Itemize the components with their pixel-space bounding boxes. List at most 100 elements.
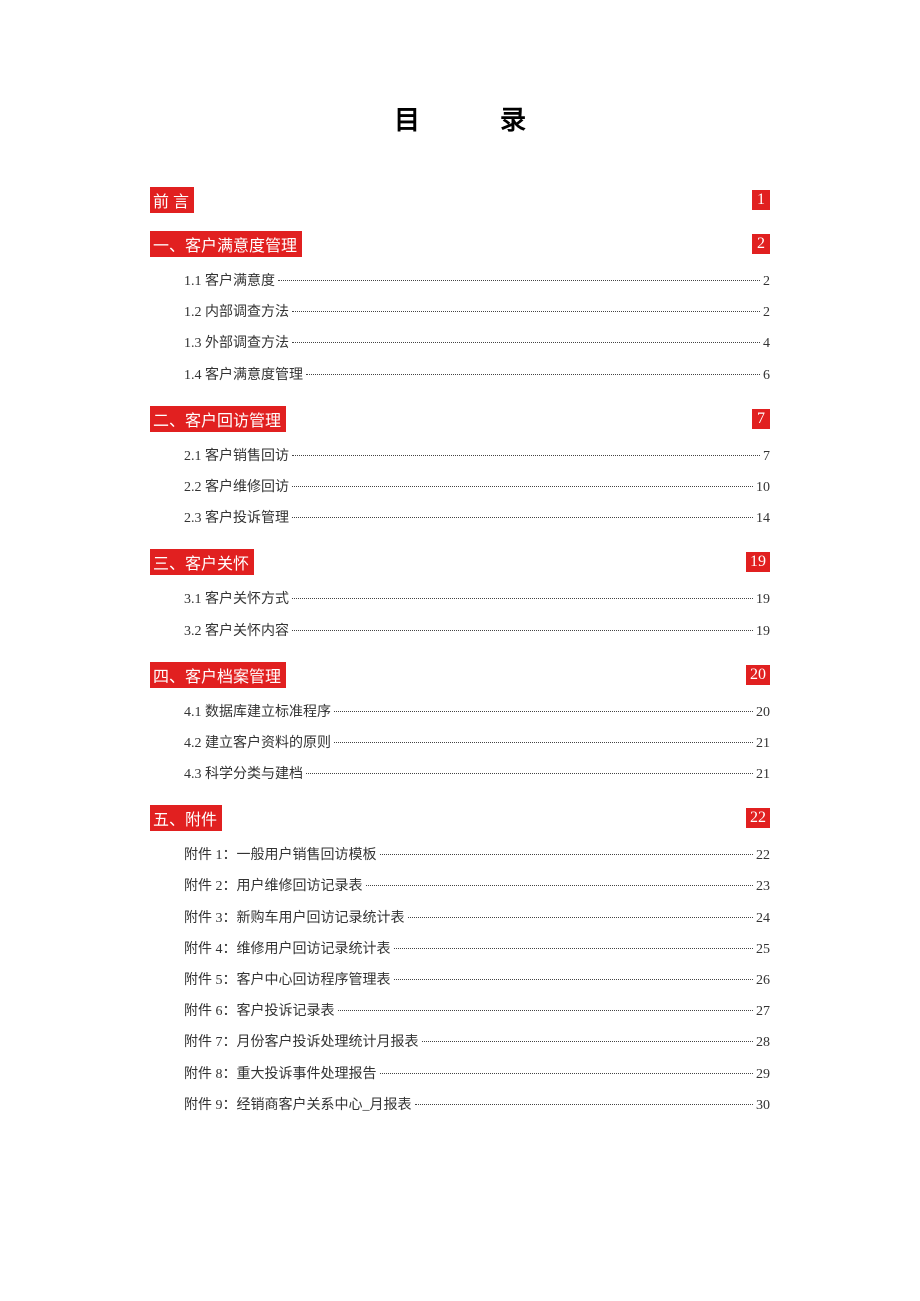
- toc-leader-dots: [292, 455, 760, 456]
- toc-entry-page: 25: [756, 937, 770, 962]
- toc-entry-page: 29: [756, 1062, 770, 1087]
- toc-entry-label: 2.3 客户投诉管理: [184, 506, 289, 531]
- toc-leader-dots: [394, 979, 754, 980]
- toc-section: 一、客户满意度管理 2 1.1 客户满意度2 1.2 内部调查方法 2 1.3 外部调查方…: [150, 231, 770, 388]
- toc-section-header: 前 言 1: [150, 187, 770, 213]
- toc-section-title: 三、客户关怀: [150, 549, 254, 575]
- toc-entry-label: 附件 3：新购车用户回访记录统计表: [184, 906, 405, 931]
- toc-entry: 附件 5：客户中心回访程序管理表 26: [150, 968, 770, 993]
- toc-entry-label: 4.1 数据库建立标准程序: [184, 700, 331, 725]
- toc-entry: 附件 7：月份客户投诉处理统计月报表 28: [150, 1030, 770, 1055]
- toc-entry-label: 3.1 客户关怀方式: [184, 587, 289, 612]
- toc-section: 五、附件22附件 1：一般用户销售回访模板22附件 2：用户维修回访记录表23附…: [150, 805, 770, 1118]
- toc-section-page: 2: [752, 234, 770, 254]
- toc-entry: 附件 2：用户维修回访记录表 23: [150, 874, 770, 899]
- toc-leader-dots: [338, 1010, 754, 1011]
- toc-section-page: 7: [752, 409, 770, 429]
- toc-entry: 3.1 客户关怀方式 19: [150, 587, 770, 612]
- toc-section: 三、客户关怀 19 3.1 客户关怀方式 19 3.2 客户关怀内容 19: [150, 549, 770, 643]
- toc-entry: 1.1 客户满意度2: [150, 269, 770, 294]
- toc-entry-label: 1.4 客户满意度管理: [184, 363, 303, 388]
- toc-entry-page: 23: [756, 874, 770, 899]
- toc-leader-dots: [334, 742, 753, 743]
- toc-leader-dots: [292, 486, 753, 487]
- toc-entry: 附件 4：维修用户回访记录统计表 25: [150, 937, 770, 962]
- toc-entry-label: 附件 1：一般用户销售回访模板: [184, 843, 377, 868]
- toc-leader-dots: [306, 773, 753, 774]
- toc-entry-page: 4: [763, 331, 770, 356]
- toc-entry-page: 6: [763, 363, 770, 388]
- toc-entry: 3.2 客户关怀内容 19: [150, 619, 770, 644]
- toc-leader-dots: [292, 342, 760, 343]
- toc-leader-dots: [422, 1041, 754, 1042]
- toc-section-header: 五、附件 22: [150, 805, 770, 831]
- toc-leader-dots: [394, 948, 754, 949]
- toc-leader-dots: [415, 1104, 754, 1105]
- toc-entry-page: 19: [756, 587, 770, 612]
- toc-entry-page: 21: [756, 762, 770, 787]
- toc-entry-label: 2.2 客户维修回访: [184, 475, 289, 500]
- toc-section: 二、客户回访管理 7 2.1 客户销售回访 7 2.2 客户维修回访 10 2.3 客户投诉…: [150, 406, 770, 532]
- toc-section-title: 五、附件: [150, 805, 222, 831]
- toc-entry-label: 4.2 建立客户资料的原则: [184, 731, 331, 756]
- toc-entry-page: 19: [756, 619, 770, 644]
- toc-entry-page: 30: [756, 1093, 770, 1118]
- toc-entry-label: 附件 5：客户中心回访程序管理表: [184, 968, 391, 993]
- toc-entry: 2.2 客户维修回访 10: [150, 475, 770, 500]
- toc-section-page: 19: [746, 552, 770, 572]
- toc-leader-dots: [292, 598, 753, 599]
- toc-section-page: 20: [746, 665, 770, 685]
- toc-entry-page: 22: [756, 843, 770, 868]
- toc-entry-label: 附件 8：重大投诉事件处理报告: [184, 1062, 377, 1087]
- table-of-contents: 前 言 1 一、客户满意度管理 2 1.1 客户满意度2 1.2 内部调查方法 2 1.3 外…: [150, 187, 770, 1118]
- toc-entry-page: 21: [756, 731, 770, 756]
- toc-section-title: 二、客户回访管理: [150, 406, 286, 432]
- toc-entry: 1.3 外部调查方法 4: [150, 331, 770, 356]
- toc-entry-label: 1.2 内部调查方法: [184, 300, 289, 325]
- toc-entry-label: 附件 7：月份客户投诉处理统计月报表: [184, 1030, 419, 1055]
- toc-entry: 1.4 客户满意度管理 6: [150, 363, 770, 388]
- toc-section-title: 一、客户满意度管理: [150, 231, 302, 257]
- toc-leader-dots: [366, 885, 754, 886]
- toc-entry-label: 附件 2：用户维修回访记录表: [184, 874, 363, 899]
- toc-entry-label: 1.3 外部调查方法: [184, 331, 289, 356]
- toc-entry-page: 14: [756, 506, 770, 531]
- toc-entry-label: 4.3 科学分类与建档: [184, 762, 303, 787]
- toc-entry-label: 1.1 客户满意度: [184, 269, 275, 294]
- toc-entry: 附件 9：经销商客户关系中心_月报表 30: [150, 1093, 770, 1118]
- page-title: 目录: [150, 100, 770, 137]
- toc-section-title: 前 言: [150, 187, 194, 213]
- toc-leader-dots: [334, 711, 753, 712]
- toc-entry-label: 附件 6：客户投诉记录表: [184, 999, 335, 1024]
- toc-section-page: 22: [746, 808, 770, 828]
- toc-entry-page: 2: [763, 300, 770, 325]
- toc-section-header: 三、客户关怀 19: [150, 549, 770, 575]
- toc-section: 前 言 1: [150, 187, 770, 213]
- toc-entry-label: 2.1 客户销售回访: [184, 444, 289, 469]
- toc-entry: 4.2 建立客户资料的原则 21: [150, 731, 770, 756]
- toc-entry-page: 26: [756, 968, 770, 993]
- toc-section-title: 四、客户档案管理: [150, 662, 286, 688]
- toc-entry: 附件 3：新购车用户回访记录统计表 24: [150, 906, 770, 931]
- toc-leader-dots: [306, 374, 760, 375]
- toc-entry-page: 27: [756, 999, 770, 1024]
- toc-leader-dots: [292, 311, 760, 312]
- toc-entry-page: 28: [756, 1030, 770, 1055]
- toc-entry: 1.2 内部调查方法 2: [150, 300, 770, 325]
- toc-entry: 附件 6：客户投诉记录表 27: [150, 999, 770, 1024]
- toc-entry-label: 3.2 客户关怀内容: [184, 619, 289, 644]
- toc-entry-label: 附件 4：维修用户回访记录统计表: [184, 937, 391, 962]
- toc-entry-page: 7: [763, 444, 770, 469]
- toc-entry-label: 附件 9：经销商客户关系中心_月报表: [184, 1093, 412, 1118]
- toc-section-page: 1: [752, 190, 770, 210]
- toc-entry-page: 24: [756, 906, 770, 931]
- toc-leader-dots: [278, 280, 760, 281]
- toc-entry-page: 10: [756, 475, 770, 500]
- toc-section-header: 一、客户满意度管理 2: [150, 231, 770, 257]
- toc-entry: 附件 1：一般用户销售回访模板 22: [150, 843, 770, 868]
- toc-leader-dots: [380, 854, 754, 855]
- toc-entry: 2.3 客户投诉管理 14: [150, 506, 770, 531]
- toc-section-header: 二、客户回访管理 7: [150, 406, 770, 432]
- toc-leader-dots: [408, 917, 754, 918]
- toc-section-header: 四、客户档案管理 20: [150, 662, 770, 688]
